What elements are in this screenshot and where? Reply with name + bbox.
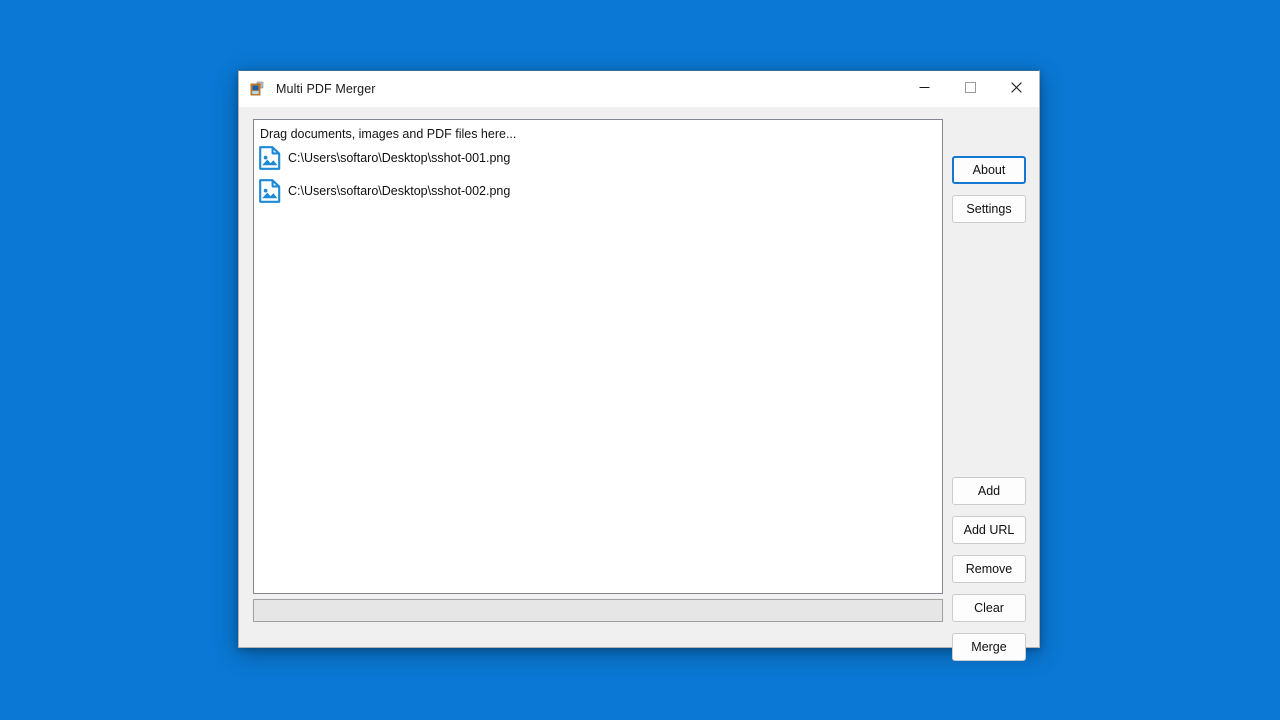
file-path-label: C:\Users\softaro\Desktop\sshot-001.png	[288, 150, 511, 165]
clear-button[interactable]: Clear	[952, 594, 1026, 622]
desktop-background: Multi PDF Merger Drag documents, images …	[0, 0, 1280, 720]
progress-bar	[253, 599, 943, 622]
maximize-icon	[964, 81, 976, 96]
close-button[interactable]	[993, 71, 1039, 106]
window-controls	[901, 71, 1039, 106]
remove-button[interactable]: Remove	[952, 555, 1026, 583]
image-file-icon	[259, 178, 281, 203]
list-item[interactable]: C:\Users\softaro\Desktop\sshot-002.png	[254, 174, 942, 207]
settings-button[interactable]: Settings	[952, 195, 1026, 223]
app-icon	[249, 81, 265, 97]
client-area: Drag documents, images and PDF files her…	[239, 107, 1039, 661]
application-window: Multi PDF Merger Drag documents, images …	[238, 70, 1040, 661]
window-title: Multi PDF Merger	[276, 81, 376, 96]
drop-hint-text: Drag documents, images and PDF files her…	[260, 127, 517, 141]
minimize-icon	[919, 81, 930, 96]
list-item[interactable]: C:\Users\softaro\Desktop\sshot-001.png	[254, 141, 942, 174]
title-bar[interactable]: Multi PDF Merger	[239, 71, 1039, 107]
file-list[interactable]: Drag documents, images and PDF files her…	[253, 119, 943, 594]
minimize-button[interactable]	[901, 71, 947, 106]
image-file-icon	[259, 145, 281, 170]
close-icon	[1010, 81, 1022, 96]
merge-button[interactable]: Merge	[952, 633, 1026, 661]
file-path-label: C:\Users\softaro\Desktop\sshot-002.png	[288, 183, 511, 198]
add-url-button[interactable]: Add URL	[952, 516, 1026, 544]
add-button[interactable]: Add	[952, 477, 1026, 505]
about-button[interactable]: About	[952, 156, 1026, 184]
maximize-button[interactable]	[947, 71, 993, 106]
